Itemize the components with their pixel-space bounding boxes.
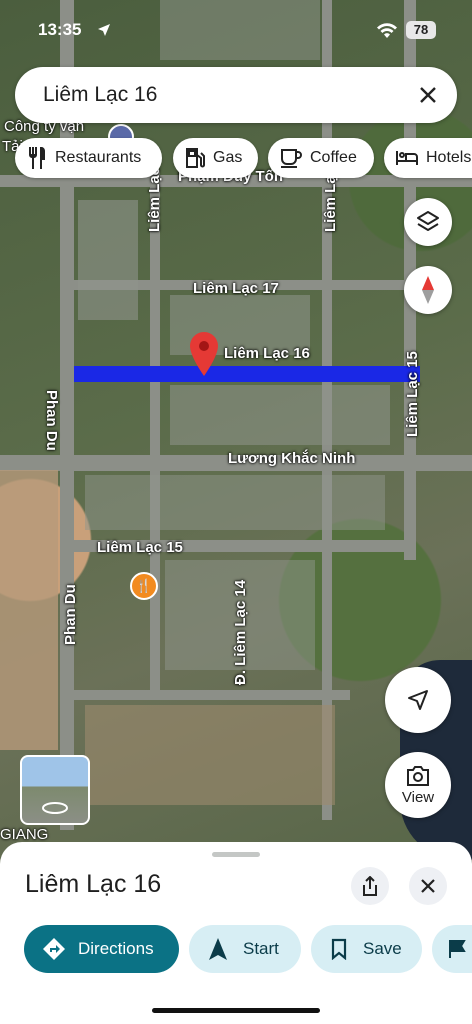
directions-icon (43, 938, 65, 960)
bed-icon (396, 151, 418, 165)
chip-restaurants[interactable]: Restaurants (15, 138, 162, 178)
drag-handle[interactable] (212, 852, 260, 857)
location-arrow-icon (98, 24, 110, 36)
camera-rotate-icon (407, 765, 429, 786)
highlighted-street (74, 366, 420, 382)
street-label: Lương Khắc Ninh (228, 450, 356, 467)
street-view-button[interactable]: View (385, 752, 451, 818)
rotate-360-icon (42, 802, 68, 814)
building-block (85, 705, 335, 805)
road (70, 690, 350, 700)
layers-icon (417, 211, 439, 231)
wifi-icon (377, 23, 397, 38)
chip-label: Restaurants (55, 149, 142, 166)
close-sheet-button[interactable] (409, 867, 447, 905)
street-label: Phan Du (43, 390, 60, 451)
share-button[interactable] (351, 867, 389, 905)
street-label: Liêm Lạc 15 (404, 351, 421, 437)
chip-hotels[interactable]: Hotels (384, 138, 472, 178)
directions-button[interactable]: Directions (24, 925, 179, 973)
building-block (0, 470, 58, 750)
building-block (85, 475, 385, 530)
chip-label: Coffee (310, 149, 357, 166)
fork-knife-icon (29, 147, 46, 169)
directions-label: Directions (78, 939, 154, 958)
chip-label: Hotels (426, 149, 472, 166)
label-button[interactable] (432, 925, 472, 973)
navigation-arrow-icon (408, 690, 428, 710)
road (150, 170, 160, 690)
save-button[interactable]: Save (311, 925, 422, 973)
flag-icon (449, 940, 466, 958)
layers-button[interactable] (404, 198, 452, 246)
view-label: View (401, 788, 435, 806)
location-pin-icon[interactable] (190, 332, 218, 376)
bookmark-icon (331, 938, 347, 960)
street-label: Đ. Liêm Lạc 14 (232, 579, 249, 685)
save-label: Save (363, 939, 402, 958)
area-label: GIANG (0, 826, 49, 843)
share-icon (363, 876, 377, 896)
street-label: Liêm Lạc 15 (97, 539, 183, 556)
coffee-cup-icon (281, 149, 302, 168)
start-label: Start (243, 939, 279, 958)
restaurant-marker-icon[interactable]: 🍴 (130, 572, 158, 600)
search-bar[interactable]: Liêm Lạc 16 (15, 67, 457, 123)
compass-icon (422, 276, 434, 304)
start-button[interactable]: Start (189, 925, 301, 973)
gas-pump-icon (186, 148, 205, 168)
my-location-button[interactable] (385, 667, 451, 733)
home-indicator (152, 1008, 320, 1013)
clock: 13:35 (38, 20, 82, 39)
street-label: Liêm Lạc 16 (224, 345, 310, 362)
street-view-thumbnail[interactable] (20, 755, 90, 825)
chip-gas[interactable]: Gas (173, 138, 258, 178)
street-label: Liêm Lạc 17 (193, 280, 279, 297)
chip-coffee[interactable]: Coffee (268, 138, 374, 178)
status-bar: 13:35 78 (0, 18, 472, 44)
chip-label: Gas (213, 149, 243, 166)
building-block (78, 200, 138, 320)
close-icon[interactable] (419, 86, 437, 104)
battery-level: 78 (413, 22, 429, 37)
street-label: Phan Du (62, 584, 79, 645)
building-block (170, 385, 390, 445)
close-icon (421, 879, 435, 893)
navigation-arrow-icon (209, 938, 227, 960)
search-input[interactable]: Liêm Lạc 16 (43, 83, 157, 107)
battery-icon: 78 (406, 21, 436, 39)
compass-button[interactable] (404, 266, 452, 314)
place-title: Liêm Lạc 16 (25, 870, 162, 898)
